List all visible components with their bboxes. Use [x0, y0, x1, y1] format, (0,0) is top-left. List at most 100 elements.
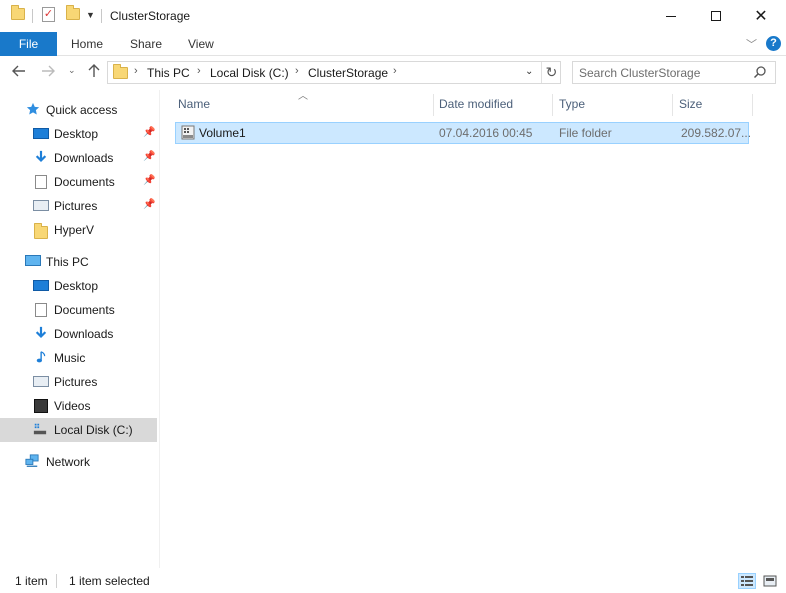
pin-icon[interactable]: 📌 [143, 127, 155, 138]
refresh-button[interactable]: ↻ [541, 62, 561, 83]
sidebar-item-pictures[interactable]: Pictures 📌 [0, 194, 157, 218]
details-view-icon [741, 576, 753, 586]
toolbar-separator [32, 9, 33, 23]
desktop-icon [33, 128, 49, 139]
search-icon[interactable] [753, 65, 767, 79]
sidebar-item-label: Documents [54, 303, 115, 317]
forward-button[interactable] [40, 63, 56, 84]
search-box[interactable] [572, 61, 776, 84]
network-icon [25, 454, 39, 467]
up-button[interactable] [86, 63, 102, 84]
column-header-name[interactable]: Name [172, 94, 434, 116]
file-date-modified: 07.04.2016 00:45 [439, 126, 533, 140]
maximize-button[interactable] [693, 0, 739, 32]
sidebar-item-label: Downloads [54, 327, 114, 341]
pictures-icon [33, 200, 49, 211]
new-folder-icon[interactable] [66, 5, 80, 20]
sidebar-item-local-disk[interactable]: Local Disk (C:) [0, 418, 157, 442]
breadcrumb-local-disk[interactable]: Local Disk (C:) [210, 66, 289, 80]
help-icon[interactable]: ? [766, 36, 781, 51]
sidebar-item-pc-pictures[interactable]: Pictures [0, 370, 157, 394]
sidebar-item-label: Pictures [54, 199, 98, 213]
ribbon: File Home Share View ﹀ ? [0, 32, 786, 56]
pin-icon[interactable]: 📌 [143, 199, 155, 210]
sidebar-item-label: Downloads [54, 151, 114, 165]
tab-view[interactable]: View [188, 32, 214, 56]
sidebar-item-documents[interactable]: Documents 📌 [0, 170, 157, 194]
tab-share[interactable]: Share [130, 32, 162, 56]
sidebar-item-label: HyperV [54, 223, 95, 237]
documents-icon [35, 303, 47, 317]
close-button[interactable]: ✕ [738, 0, 784, 32]
large-icons-view-button[interactable] [761, 573, 779, 589]
sidebar-item-this-pc[interactable]: This PC [0, 250, 157, 274]
maximize-icon [711, 11, 721, 21]
sidebar-item-pc-videos[interactable]: Videos [0, 394, 157, 418]
column-header-date-modified[interactable]: Date modified [433, 94, 553, 116]
sidebar-item-hyperv[interactable]: HyperV [0, 218, 157, 242]
music-icon [36, 351, 46, 363]
sidebar-item-label: Quick access [46, 103, 118, 117]
tab-file[interactable]: File [0, 32, 57, 56]
sidebar-item-label: Documents [54, 175, 115, 189]
selected-count: 1 item selected [69, 574, 150, 588]
sidebar-item-pc-downloads[interactable]: Downloads [0, 322, 157, 346]
breadcrumb-chevron-icon[interactable]: › [295, 65, 299, 77]
breadcrumb-chevron-icon[interactable]: › [197, 65, 201, 77]
sidebar-item-pc-documents[interactable]: Documents [0, 298, 157, 322]
tab-home[interactable]: Home [71, 32, 103, 56]
folder-icon [34, 223, 50, 240]
sidebar-item-pc-music[interactable]: Music [0, 346, 157, 370]
table-row[interactable]: Volume1 07.04.2016 00:45 File folder 209… [175, 122, 751, 144]
large-icons-view-icon [763, 575, 777, 587]
sidebar-item-quick-access[interactable]: Quick access [0, 98, 157, 122]
refresh-icon: ↻ [545, 64, 558, 80]
downloads-icon [35, 326, 47, 339]
pin-icon[interactable]: 📌 [143, 151, 155, 162]
sidebar-item-pc-desktop[interactable]: Desktop [0, 274, 157, 298]
folder-icon [11, 5, 25, 20]
search-input[interactable] [579, 65, 749, 80]
breadcrumb-chevron-icon[interactable]: › [393, 65, 397, 77]
pin-icon[interactable]: 📌 [143, 175, 155, 186]
toolbar-separator [101, 9, 102, 23]
properties-icon[interactable]: ✓ [42, 7, 55, 22]
column-header-size[interactable]: Size [673, 94, 753, 116]
sidebar-item-label: Music [54, 351, 86, 365]
sidebar-item-network[interactable]: Network [0, 450, 157, 474]
address-history-chevron-icon[interactable]: ⌄ [525, 66, 533, 77]
sidebar-item-label: Desktop [54, 127, 99, 141]
title-bar: ✓ ▼ ClusterStorage ✕ [0, 0, 786, 32]
column-header-type[interactable]: Type [553, 94, 673, 116]
disk-icon [33, 423, 47, 435]
downloads-icon [35, 150, 47, 163]
file-list: ︿ Name Date modified Type Size Volume1 0… [160, 90, 786, 568]
sidebar-item-desktop[interactable]: Desktop 📌 [0, 122, 157, 146]
file-type: File folder [559, 126, 612, 140]
volume-mount-icon [181, 125, 195, 140]
breadcrumb-clusterstorage[interactable]: ClusterStorage [308, 66, 388, 80]
minimize-button[interactable] [648, 0, 694, 32]
back-button[interactable] [11, 63, 27, 84]
videos-icon [34, 399, 48, 413]
address-bar[interactable]: › This PC › Local Disk (C:) › ClusterSto… [107, 61, 561, 84]
close-icon: ✕ [754, 8, 768, 25]
sidebar-item-label: Videos [54, 399, 91, 413]
file-name: Volume1 [199, 126, 246, 140]
expand-ribbon-chevron-icon[interactable]: ﹀ [746, 36, 757, 52]
sidebar-item-downloads[interactable]: Downloads 📌 [0, 146, 157, 170]
sidebar-item-label: Network [46, 455, 91, 469]
status-bar: 1 item 1 item selected [0, 568, 786, 593]
star-icon [26, 102, 40, 115]
details-view-button[interactable] [738, 573, 756, 589]
back-arrow-icon [12, 65, 25, 77]
breadcrumb-this-pc[interactable]: This PC [147, 66, 190, 80]
pictures-icon [33, 376, 49, 387]
documents-icon [35, 175, 47, 189]
sidebar-item-label: Local Disk (C:) [54, 423, 133, 437]
window-title: ClusterStorage [110, 9, 191, 23]
recent-locations-chevron-icon[interactable]: ⌄ [68, 65, 76, 76]
breadcrumb-chevron-icon[interactable]: › [134, 65, 138, 77]
this-pc-icon [25, 255, 41, 266]
quick-access-toolbar-dropdown-icon[interactable]: ▼ [86, 10, 95, 20]
